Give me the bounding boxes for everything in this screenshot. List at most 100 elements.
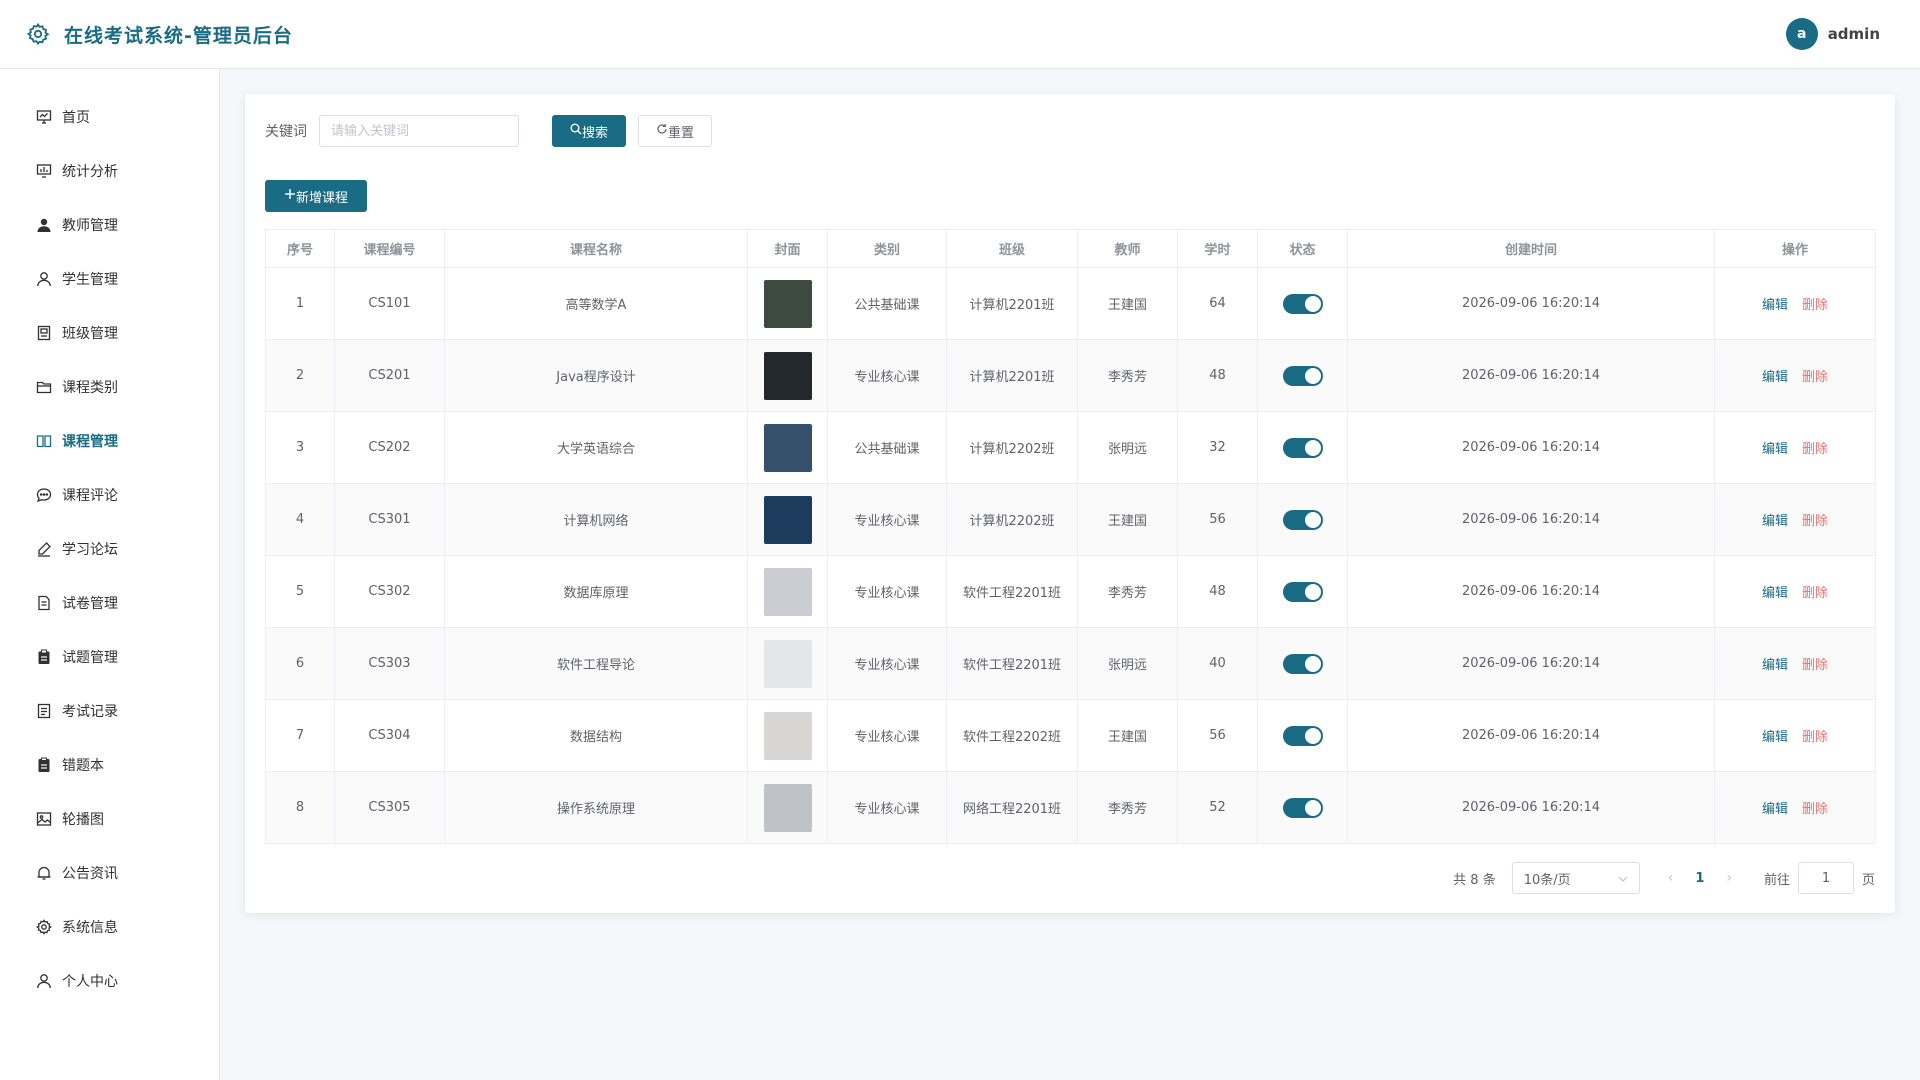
status-toggle[interactable] bbox=[1282, 797, 1323, 818]
edit-button[interactable]: 编辑 bbox=[1762, 730, 1788, 745]
delete-button[interactable]: 删除 bbox=[1802, 586, 1828, 601]
edit-button[interactable]: 编辑 bbox=[1762, 514, 1788, 529]
delete-button[interactable]: 删除 bbox=[1802, 514, 1828, 529]
search-button-label: 搜索 bbox=[581, 125, 608, 141]
avatar[interactable]: a bbox=[1785, 18, 1818, 50]
delete-button[interactable]: 删除 bbox=[1802, 298, 1828, 313]
status-toggle[interactable] bbox=[1282, 365, 1323, 386]
delete-button[interactable]: 删除 bbox=[1802, 802, 1828, 817]
created-time: 2026-09-06 16:20:14 bbox=[1347, 411, 1715, 484]
course-cover-image[interactable] bbox=[763, 567, 812, 616]
add-course-label: 新增课程 bbox=[295, 190, 348, 206]
sidebar-item-label: 教师管理 bbox=[62, 218, 118, 234]
edit-button[interactable]: 编辑 bbox=[1762, 658, 1788, 673]
course-class: 软件工程2201班 bbox=[946, 555, 1078, 628]
cover-cell bbox=[747, 699, 828, 772]
page-size-select[interactable]: 10条/页 bbox=[1511, 862, 1640, 894]
user-icon bbox=[36, 271, 52, 287]
sidebar-item-1[interactable]: 统计分析 bbox=[0, 144, 219, 198]
delete-button[interactable]: 删除 bbox=[1802, 658, 1828, 673]
actions-cell: 编辑 删除 bbox=[1714, 339, 1876, 412]
next-page-icon[interactable]: › bbox=[1726, 870, 1732, 886]
course-name: 大学英语综合 bbox=[444, 411, 748, 484]
goto-page-input[interactable] bbox=[1797, 862, 1854, 894]
sidebar-item-15[interactable]: 系统信息 bbox=[0, 900, 219, 954]
course-cover-image[interactable] bbox=[763, 351, 812, 400]
add-course-button[interactable]: 新增课程 bbox=[265, 180, 367, 212]
course-name: 操作系统原理 bbox=[444, 771, 748, 844]
status-toggle[interactable] bbox=[1282, 437, 1323, 458]
edit-button[interactable]: 编辑 bbox=[1762, 298, 1788, 313]
reset-button[interactable]: 重置 bbox=[638, 115, 712, 147]
prev-page-icon[interactable]: ‹ bbox=[1668, 870, 1674, 886]
status-cell bbox=[1257, 627, 1348, 700]
row-index: 5 bbox=[265, 555, 335, 628]
notebook-icon bbox=[36, 757, 52, 773]
delete-button[interactable]: 删除 bbox=[1802, 370, 1828, 385]
course-cover-image[interactable] bbox=[763, 711, 812, 760]
sidebar-item-9[interactable]: 试卷管理 bbox=[0, 576, 219, 630]
username[interactable]: admin bbox=[1828, 25, 1880, 43]
course-cover-image[interactable] bbox=[763, 279, 812, 328]
status-toggle[interactable] bbox=[1282, 725, 1323, 746]
course-name: 数据库原理 bbox=[444, 555, 748, 628]
edit-button[interactable]: 编辑 bbox=[1762, 370, 1788, 385]
status-toggle[interactable] bbox=[1282, 581, 1323, 602]
column-header: 教师 bbox=[1077, 229, 1178, 268]
course-cover-image[interactable] bbox=[763, 639, 812, 688]
sidebar-item-16[interactable]: 个人中心 bbox=[0, 954, 219, 1008]
edit-button[interactable]: 编辑 bbox=[1762, 802, 1788, 817]
course-cover-image[interactable] bbox=[763, 783, 812, 832]
sidebar-item-label: 错题本 bbox=[62, 758, 104, 774]
sidebar-item-11[interactable]: 考试记录 bbox=[0, 684, 219, 738]
created-time: 2026-09-06 16:20:14 bbox=[1347, 555, 1715, 628]
status-toggle[interactable] bbox=[1282, 653, 1323, 674]
cover-cell bbox=[747, 339, 828, 412]
course-code: CS301 bbox=[334, 483, 445, 556]
sidebar-item-3[interactable]: 学生管理 bbox=[0, 252, 219, 306]
actions-cell: 编辑 删除 bbox=[1714, 771, 1876, 844]
sidebar-item-label: 课程类别 bbox=[62, 380, 118, 396]
course-class: 计算机2202班 bbox=[946, 411, 1078, 484]
sidebar-item-10[interactable]: 试题管理 bbox=[0, 630, 219, 684]
keyword-input[interactable] bbox=[319, 115, 519, 147]
status-cell bbox=[1257, 411, 1348, 484]
class-icon bbox=[36, 325, 52, 341]
row-index: 6 bbox=[265, 627, 335, 700]
current-page[interactable]: 1 bbox=[1695, 871, 1704, 886]
course-category: 专业核心课 bbox=[827, 627, 947, 700]
delete-button[interactable]: 删除 bbox=[1802, 442, 1828, 457]
edit-button[interactable]: 编辑 bbox=[1762, 586, 1788, 601]
user-menu[interactable]: a admin bbox=[1785, 18, 1880, 50]
status-toggle[interactable] bbox=[1282, 509, 1323, 530]
sidebar-item-4[interactable]: 班级管理 bbox=[0, 306, 219, 360]
sidebar-item-7[interactable]: 课程评论 bbox=[0, 468, 219, 522]
record-icon bbox=[36, 703, 52, 719]
column-header: 课程名称 bbox=[444, 229, 748, 268]
table-row: 7 CS304 数据结构 专业核心课 软件工程2202班 王建国 56 2026-09-06 … bbox=[265, 699, 1876, 772]
pagination: 共 8 条 10条/页 ‹ 1 › 前往 页 bbox=[1453, 862, 1875, 894]
sidebar-item-5[interactable]: 课程类别 bbox=[0, 360, 219, 414]
sidebar-item-6[interactable]: 课程管理 bbox=[0, 414, 219, 468]
comment-icon bbox=[36, 487, 52, 503]
actions-cell: 编辑 删除 bbox=[1714, 267, 1876, 340]
reset-button-label: 重置 bbox=[667, 125, 694, 141]
sidebar-item-12[interactable]: 错题本 bbox=[0, 738, 219, 792]
sidebar-item-14[interactable]: 公告资讯 bbox=[0, 846, 219, 900]
edit-button[interactable]: 编辑 bbox=[1762, 442, 1788, 457]
course-hours: 48 bbox=[1177, 555, 1258, 628]
status-cell bbox=[1257, 771, 1348, 844]
chart-icon bbox=[36, 163, 52, 179]
course-cover-image[interactable] bbox=[763, 495, 812, 544]
course-cover-image[interactable] bbox=[763, 423, 812, 472]
sidebar-item-8[interactable]: 学习论坛 bbox=[0, 522, 219, 576]
status-toggle[interactable] bbox=[1282, 293, 1323, 314]
table-row: 3 CS202 大学英语综合 公共基础课 计算机2202班 张明远 32 2026-09-06… bbox=[265, 411, 1876, 484]
search-icon bbox=[570, 123, 582, 139]
search-button[interactable]: 搜索 bbox=[552, 115, 626, 147]
sidebar-item-2[interactable]: 教师管理 bbox=[0, 198, 219, 252]
delete-button[interactable]: 删除 bbox=[1802, 730, 1828, 745]
sidebar-item-0[interactable]: 首页 bbox=[0, 90, 219, 144]
status-cell bbox=[1257, 555, 1348, 628]
sidebar-item-13[interactable]: 轮播图 bbox=[0, 792, 219, 846]
